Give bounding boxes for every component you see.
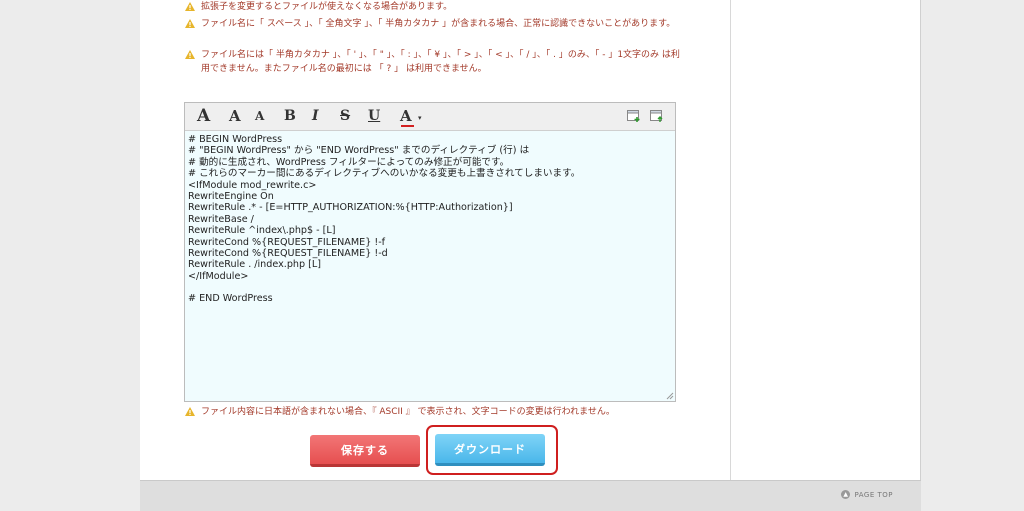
code-line: RewriteEngine On (188, 190, 274, 202)
note-text: ファイル内容に日本語が含まれない場合、『 ASCII 』 で表示され、文字コード… (201, 407, 615, 417)
code-line: RewriteRule . /index.php [L] (188, 259, 321, 271)
file-editor: A A A B I S U A ▾ # BEGIN WordPress # "B… (184, 102, 676, 402)
text-color-button[interactable]: A (400, 107, 412, 125)
italic-button[interactable]: I (312, 107, 319, 125)
warning-icon (185, 50, 195, 59)
text-color-swatch (401, 125, 414, 127)
footer-bar: ▲ PAGE TOP (140, 480, 921, 511)
save-button[interactable]: 保存する (310, 435, 420, 467)
font-size-large-button[interactable]: A (197, 107, 210, 125)
code-line: RewriteRule .* - [E=HTTP_AUTHORIZATION:%… (188, 202, 513, 214)
code-line: # BEGIN WordPress (188, 134, 283, 145)
warning-icon (185, 2, 195, 11)
code-line: RewriteCond %{REQUEST_FILENAME} !-f (188, 236, 386, 248)
htaccess-textarea[interactable]: # BEGIN WordPress # "BEGIN WordPress" から… (185, 131, 675, 401)
note-text: 拡張子を変更するとファイルが使えなくなる場合があります。 (201, 2, 453, 12)
chevron-down-icon[interactable]: ▾ (418, 114, 422, 122)
page-top-link[interactable]: ▲ PAGE TOP (841, 490, 893, 499)
note-extension: 拡張子を変更するとファイルが使えなくなる場合があります。 (185, 0, 452, 14)
code-line: <IfModule mod_rewrite.c> (188, 179, 317, 191)
note-text: ファイル名に「 スペース 」、「 全角文字 」、「 半角カタカナ 」が含まれる場… (201, 19, 676, 29)
arrow-up-icon: ▲ (841, 490, 851, 499)
note-forbidden-chars: ファイル名には「 半角カタカナ 」、「 ' 」、「 " 」、「 : 」、「 ¥ … (185, 48, 685, 76)
code-line: RewriteBase / (188, 213, 254, 225)
resize-grip-icon[interactable] (666, 392, 674, 400)
code-line: # END WordPress (188, 293, 273, 305)
bold-button[interactable]: B (284, 107, 296, 125)
note-ascii: ファイル内容に日本語が含まれない場合、『 ASCII 』 で表示され、文字コード… (185, 405, 685, 419)
warning-icon (185, 407, 195, 416)
note-filename-chars: ファイル名に「 スペース 」、「 全角文字 」、「 半角カタカナ 」が含まれる場… (185, 17, 675, 31)
note-text: ファイル名には「 半角カタカナ 」、「 ' 」、「 " 」、「 : 」、「 ¥ … (201, 50, 680, 74)
code-line: RewriteCond %{REQUEST_FILENAME} !-d (188, 247, 388, 259)
font-size-small-button[interactable]: A (255, 107, 264, 125)
insert-above-icon[interactable] (650, 110, 664, 123)
encoding-note: ファイル内容に日本語が含まれない場合、『 ASCII 』 で表示され、文字コード… (185, 405, 685, 419)
editor-toolbar: A A A B I S U A ▾ (185, 103, 675, 131)
warning-icon (185, 19, 195, 28)
code-line: # "BEGIN WordPress" から "END WordPress" ま… (188, 145, 530, 157)
code-line: </IfModule> (188, 270, 249, 282)
font-size-medium-button[interactable]: A (229, 107, 241, 125)
right-column (731, 0, 921, 480)
download-button[interactable]: ダウンロード (435, 434, 545, 466)
insert-below-icon[interactable] (627, 110, 641, 123)
code-line: RewriteRule ^index\.php$ - [L] (188, 225, 336, 237)
code-line: # 動的に生成され、WordPress フィルターによってのみ修正が可能です。 (188, 156, 510, 168)
code-line: # これらのマーカー間にあるディレクティブへのいかなる変更も上書きされてしまいま… (188, 168, 581, 180)
underline-button[interactable]: U (368, 107, 380, 125)
page-top-label: PAGE TOP (854, 490, 893, 499)
strikethrough-button[interactable]: S (340, 107, 350, 125)
